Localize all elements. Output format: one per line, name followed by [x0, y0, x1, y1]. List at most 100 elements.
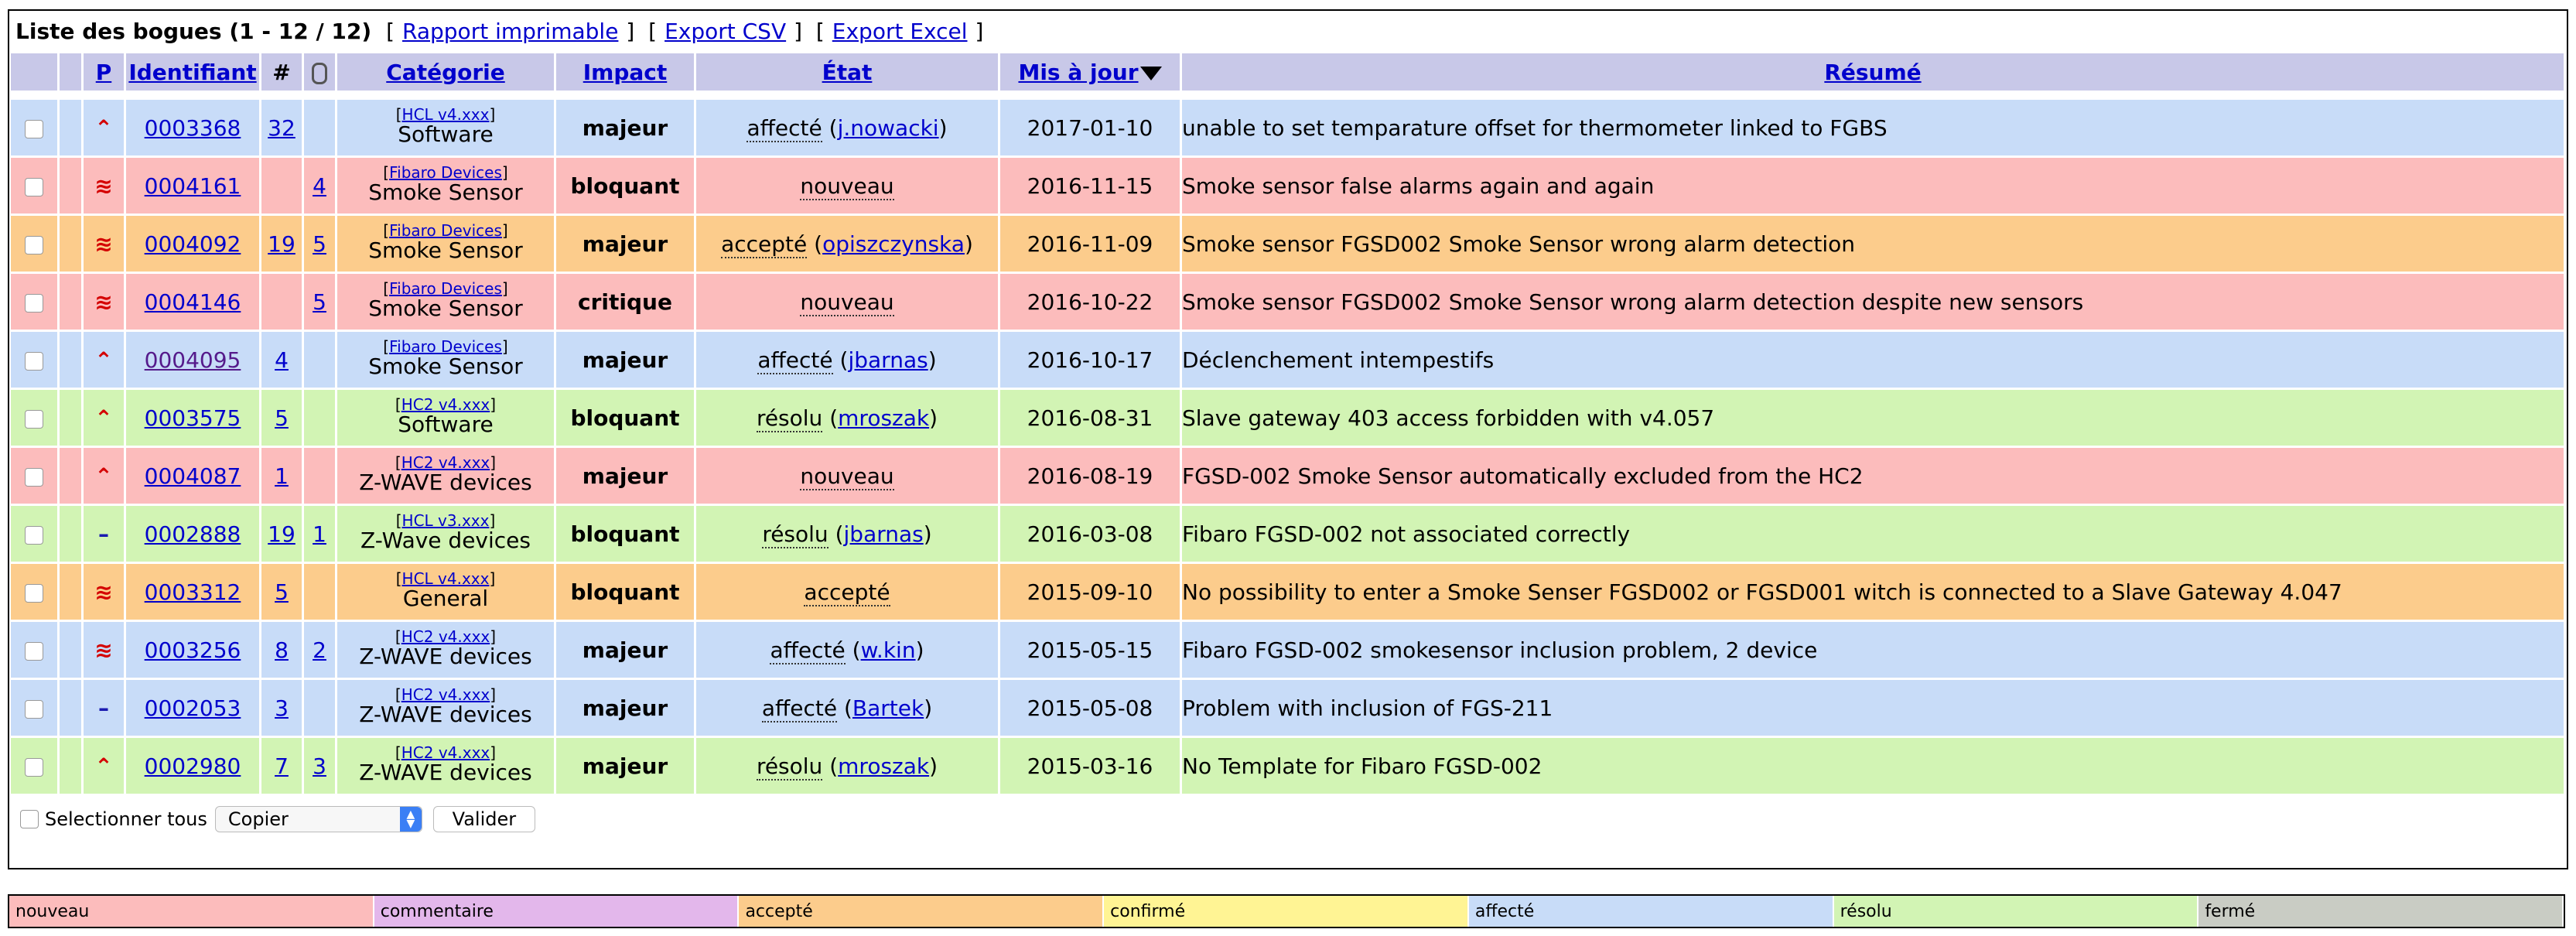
handler-link[interactable]: jbarnas [844, 521, 924, 547]
bug-id-link[interactable]: 0002888 [145, 521, 241, 547]
row-checkbox[interactable] [25, 699, 43, 719]
category-column-header[interactable]: Catégorie [337, 53, 554, 91]
bug-id-link[interactable]: 0004092 [145, 231, 241, 257]
handler-link[interactable]: jbarnas [848, 347, 928, 373]
summary-column-header[interactable]: Résumé [1182, 53, 2564, 91]
notes-count-link[interactable]: 19 [268, 231, 296, 257]
category-name: Software [398, 412, 494, 437]
table-row: – 0002888 19 1 [HCL v3.xxx] Z-Wave devic… [11, 506, 2564, 562]
impact-column-header[interactable]: Impact [556, 53, 694, 91]
notes-count-link[interactable]: 19 [268, 521, 296, 547]
bug-id-link[interactable]: 0004161 [145, 173, 241, 199]
handler-link[interactable]: opiszczynska [822, 231, 965, 257]
attachments-count-link[interactable]: 5 [313, 289, 326, 315]
updated-date: 2016-08-31 [1000, 390, 1180, 446]
impact-value: majeur [556, 622, 694, 678]
row-checkbox[interactable] [25, 409, 43, 429]
attachments-count-link[interactable]: 4 [313, 173, 326, 199]
priority-normal-icon: – [98, 695, 109, 721]
action-select[interactable]: Copier ▲ ▼ [214, 806, 422, 832]
priority-normal-icon: – [98, 521, 109, 547]
bug-id-link[interactable]: 0004095 [145, 347, 241, 373]
notes-count-link[interactable]: 8 [275, 637, 289, 663]
row-checkbox[interactable] [25, 177, 43, 196]
select-all-checkbox[interactable] [20, 810, 39, 828]
state-value: affecté [746, 114, 822, 142]
summary-text: unable to set temparature offset for the… [1182, 100, 2564, 155]
select-all-label: Selectionner tous [45, 808, 207, 830]
row-checkbox[interactable] [25, 235, 43, 254]
row-checkbox[interactable] [25, 119, 43, 138]
priority-urgent-icon: ≋ [94, 289, 113, 315]
legend-item: nouveau [9, 896, 374, 927]
attachments-count-link[interactable]: 3 [313, 753, 326, 779]
updated-column-header[interactable]: Mis à jour [1000, 53, 1180, 91]
impact-value: bloquant [556, 564, 694, 620]
state-value: accepté [721, 231, 808, 258]
handler-link[interactable]: mroszak [838, 405, 929, 431]
legend-item: confirmé [1104, 896, 1469, 927]
bug-id-link[interactable]: 0003256 [145, 637, 241, 663]
select-arrows-icon: ▲ ▼ [399, 807, 422, 832]
handler-link[interactable]: j.nowacki [838, 115, 939, 141]
impact-value: critique [556, 274, 694, 330]
bug-id-link[interactable]: 0002053 [145, 695, 241, 721]
legend-item: affecté [1468, 896, 1834, 927]
bug-id-link[interactable]: 0003368 [145, 115, 241, 141]
table-row: ≋ 0004146 5 [Fibaro Devices] Smoke Senso… [11, 274, 2564, 330]
notes-count-link[interactable]: 5 [275, 579, 289, 605]
notes-count-link[interactable]: 1 [275, 463, 289, 489]
bug-id-link[interactable]: 0003575 [145, 405, 241, 431]
bug-id-link[interactable]: 0004087 [145, 463, 241, 489]
updated-date: 2016-10-17 [1000, 332, 1180, 388]
sort-descending-icon [1139, 66, 1162, 80]
attachments-count-link[interactable]: 5 [313, 231, 326, 257]
bug-id-link[interactable]: 0003312 [145, 579, 241, 605]
page-title: Liste des bogues (1 - 12 / 12) [15, 18, 372, 44]
id-column-header[interactable]: Identifiant [126, 53, 259, 91]
table-row: ≋ 0004092 19 5 [Fibaro Devices] Smoke Se… [11, 216, 2564, 272]
category-name: Z-WAVE devices [359, 470, 532, 495]
handler-link[interactable]: Bartek [852, 695, 924, 721]
row-checkbox[interactable] [25, 525, 43, 545]
impact-value: bloquant [556, 390, 694, 446]
notes-count-link[interactable]: 32 [268, 115, 296, 141]
print-report-link[interactable]: Rapport imprimable [402, 19, 618, 44]
handler-link[interactable]: mroszak [838, 753, 929, 779]
row-checkbox[interactable] [25, 641, 43, 661]
notes-column-header: # [261, 53, 302, 91]
export-csv-link[interactable]: Export CSV [664, 19, 786, 44]
category-name: Smoke Sensor [368, 354, 523, 379]
legend-item: accepté [739, 896, 1105, 927]
impact-value: bloquant [556, 158, 694, 214]
category-name: Smoke Sensor [368, 295, 523, 321]
row-checkbox[interactable] [25, 351, 43, 371]
handler-link[interactable]: w.kin [861, 637, 916, 663]
summary-text: Slave gateway 403 access forbidden with … [1182, 390, 2564, 446]
state-column-header[interactable]: État [696, 53, 998, 91]
summary-text: Problem with inclusion of FGS-211 [1182, 680, 2564, 736]
bug-id-link[interactable]: 0002980 [145, 753, 241, 779]
bug-id-link[interactable]: 0004146 [145, 289, 241, 315]
notes-count-link[interactable]: 4 [275, 347, 289, 373]
impact-value: majeur [556, 216, 694, 272]
row-checkbox[interactable] [25, 293, 43, 313]
submit-button[interactable]: Valider [432, 806, 535, 832]
table-row: ⌃ 0004087 1 [HC2 v4.xxx] Z-WAVE devices … [11, 448, 2564, 504]
state-value: nouveau [800, 289, 894, 316]
table-header-row: P Identifiant # Catégorie Impact État Mi… [11, 53, 2564, 91]
priority-column-header[interactable]: P [84, 53, 124, 91]
row-checkbox[interactable] [25, 757, 43, 777]
attachments-count-link[interactable]: 2 [313, 637, 326, 663]
notes-count-link[interactable]: 5 [275, 405, 289, 431]
row-checkbox[interactable] [25, 467, 43, 487]
summary-text: FGSD-002 Smoke Sensor automatically excl… [1182, 448, 2564, 504]
notes-count-link[interactable]: 3 [275, 695, 289, 721]
attachments-count-link[interactable]: 1 [313, 521, 326, 547]
summary-text: No possibility to enter a Smoke Senser F… [1182, 564, 2564, 620]
notes-count-link[interactable]: 7 [275, 753, 289, 779]
row-checkbox[interactable] [25, 583, 43, 603]
state-value: nouveau [800, 463, 894, 490]
bug-table: P Identifiant # Catégorie Impact État Mi… [9, 51, 2566, 796]
export-excel-link[interactable]: Export Excel [832, 19, 968, 44]
